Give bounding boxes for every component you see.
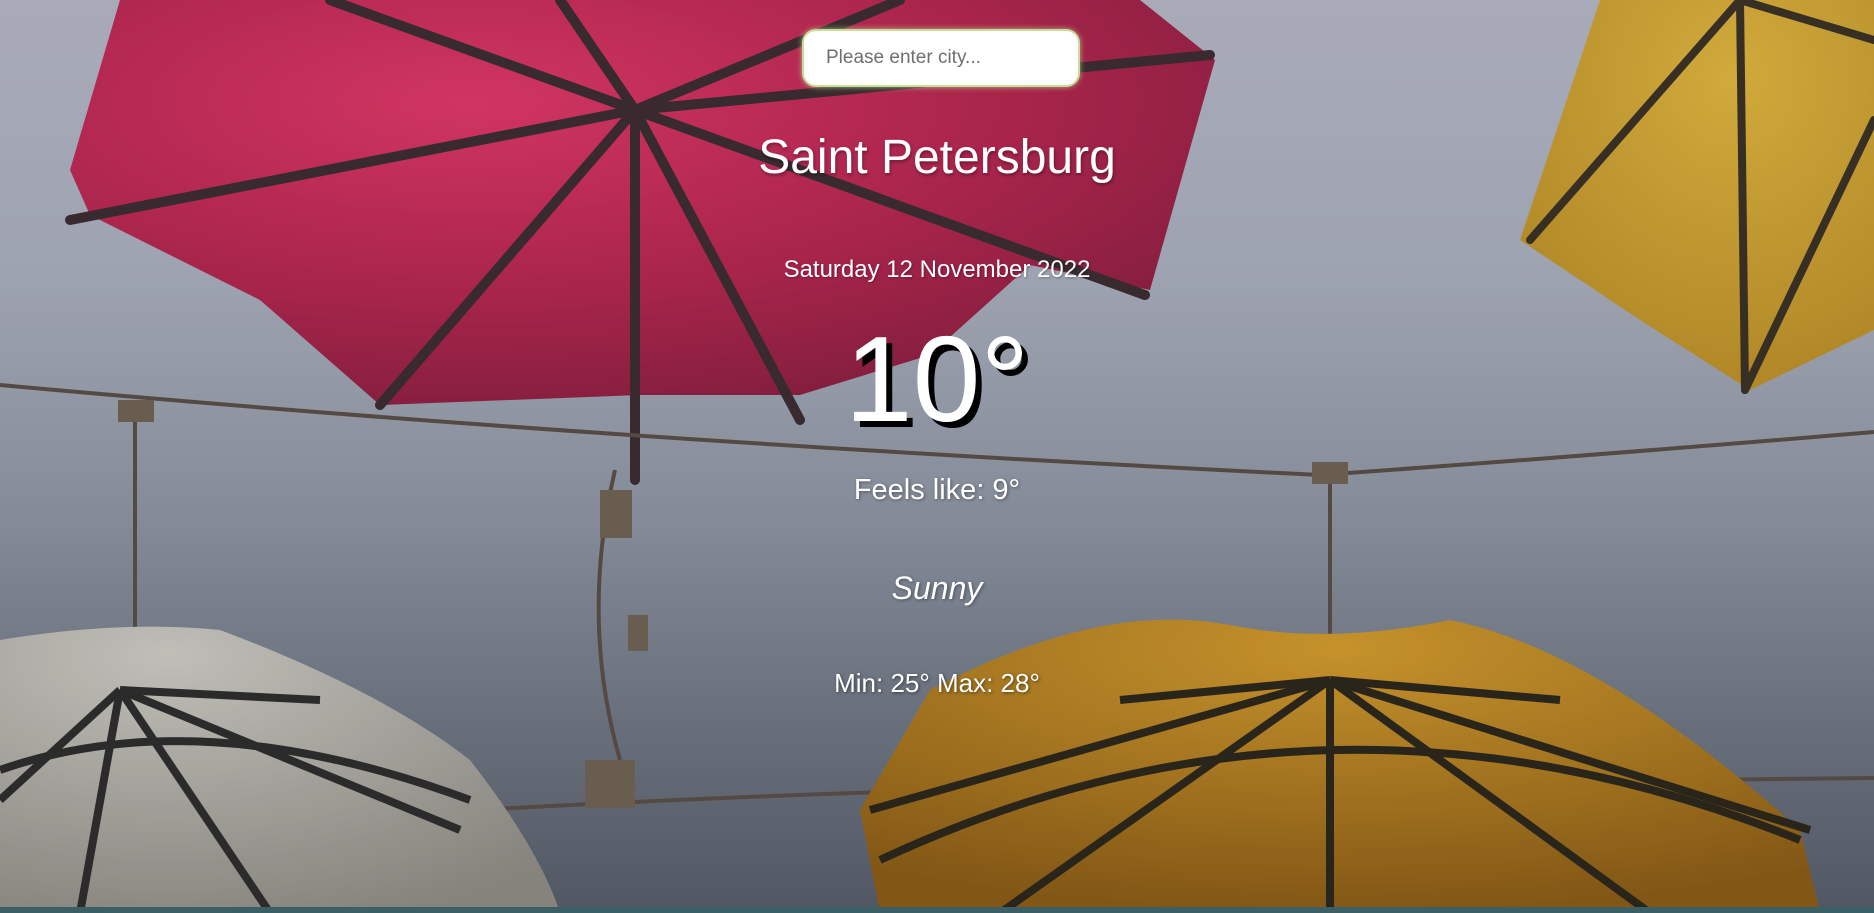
weather-app: Saint Petersburg Saturday 12 November 20…: [0, 0, 1874, 913]
feels-like: Feels like: 9°: [853, 474, 1021, 506]
search-box: [802, 29, 1080, 87]
current-temperature: 10°: [844, 311, 1030, 447]
weather-condition: Sunny: [891, 570, 983, 606]
city-search-input[interactable]: [802, 29, 1080, 87]
current-date: Saturday 12 November 2022: [783, 256, 1091, 283]
weather-panel: Saint Petersburg Saturday 12 November 20…: [0, 0, 1874, 913]
min-max-temperature: Min: 25° Max: 28°: [834, 668, 1040, 698]
city-name: Saint Petersburg: [758, 131, 1116, 184]
